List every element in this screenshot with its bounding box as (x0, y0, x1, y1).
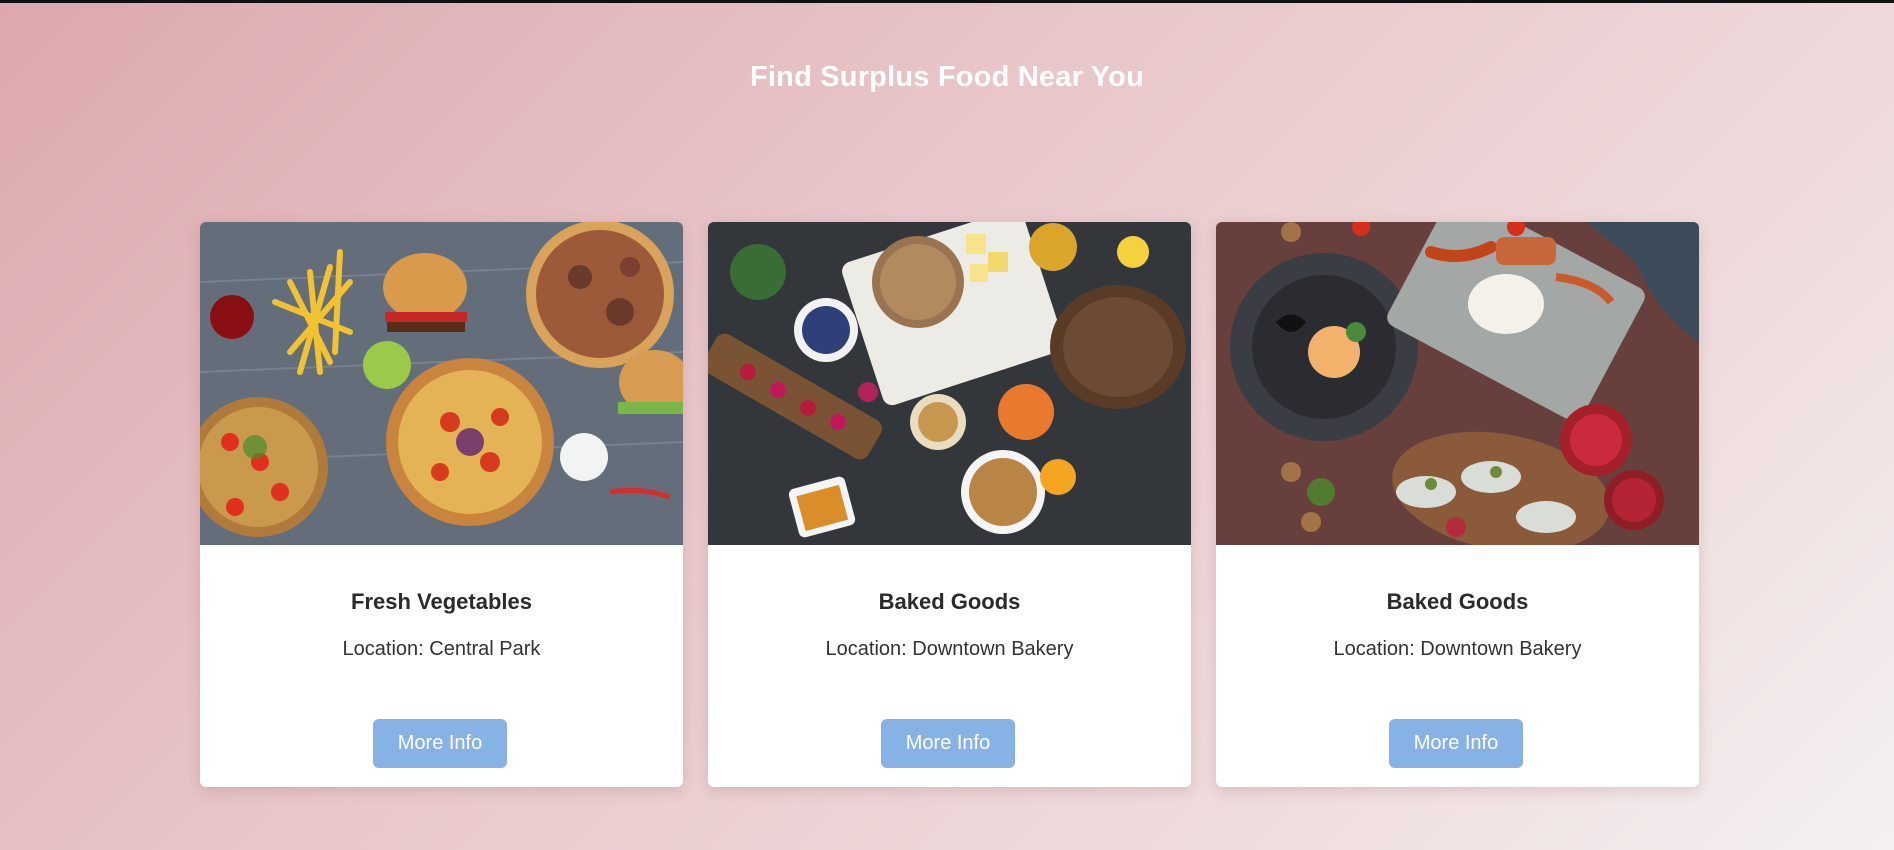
food-card: Baked Goods Location: Downtown Bakery Mo… (1216, 222, 1699, 787)
more-info-button[interactable]: More Info (881, 719, 1015, 768)
card-title: Fresh Vegetables (351, 589, 532, 614)
more-info-button[interactable]: More Info (1389, 719, 1523, 768)
food-image (200, 222, 683, 545)
card-title: Baked Goods (1386, 589, 1529, 614)
card-location: Location: Downtown Bakery (825, 638, 1074, 660)
card-title: Baked Goods (878, 589, 1021, 614)
food-image (1216, 222, 1699, 545)
food-card: Baked Goods Location: Downtown Bakery Mo… (708, 222, 1191, 787)
food-card: Fresh Vegetables Location: Central Park … (200, 222, 683, 787)
page-title: Find Surplus Food Near You (749, 61, 1145, 93)
food-image (708, 222, 1191, 545)
more-info-button[interactable]: More Info (373, 719, 507, 768)
food-card-list: Fresh Vegetables Location: Central Park … (200, 222, 1700, 787)
card-location: Location: Downtown Bakery (1333, 638, 1582, 660)
card-location: Location: Central Park (342, 638, 541, 660)
